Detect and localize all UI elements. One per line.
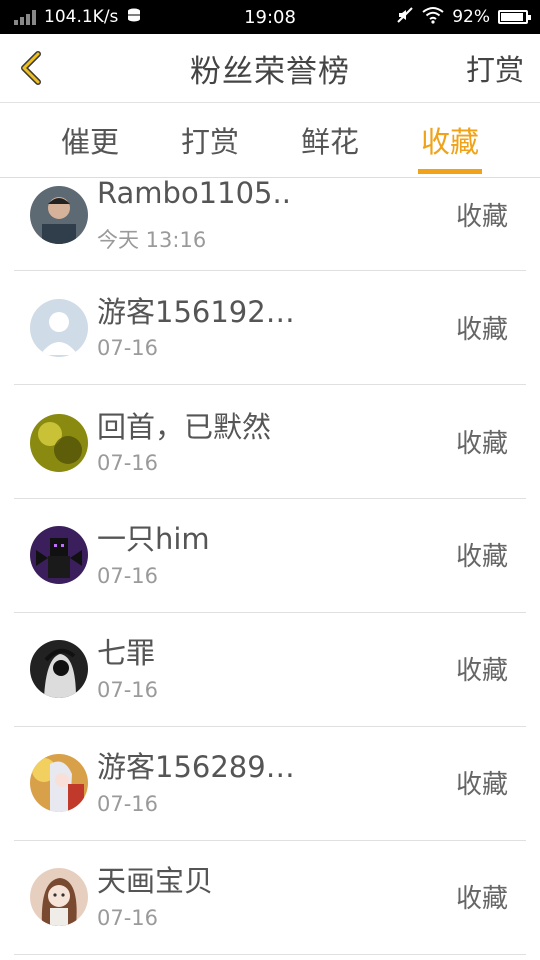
avatar	[30, 414, 88, 472]
battery-percent: 92%	[452, 7, 490, 27]
tab-bar: 催更 打赏 鲜花 收藏	[0, 103, 540, 178]
favorite-label: 收藏	[455, 770, 508, 800]
reward-button[interactable]: 打赏	[466, 34, 524, 102]
user-name: 游客156289…	[97, 750, 295, 784]
user-name: 天画宝贝	[97, 864, 214, 898]
favorite-label: 收藏	[455, 884, 508, 914]
user-name: 七罪	[97, 636, 156, 670]
timestamp: 07-16	[97, 564, 159, 588]
page-title: 粉丝荣誉榜	[190, 53, 350, 90]
user-name: 游客156192…	[97, 295, 295, 329]
list-item[interactable]: 游客156289… 07-16 收藏	[14, 728, 526, 841]
list-item[interactable]: 七罪 07-16 收藏	[14, 614, 526, 727]
timestamp: 07-16	[97, 336, 159, 360]
list-item[interactable]: Rambo1105.. 今天 13:16 收藏	[14, 178, 526, 271]
status-right: 92%	[396, 0, 531, 34]
wifi-icon	[422, 6, 444, 29]
header: 粉丝荣誉榜 打赏	[0, 34, 540, 103]
list-item[interactable]: 天画宝贝 07-16 收藏	[14, 842, 526, 955]
favorite-label: 收藏	[455, 656, 508, 686]
avatar	[30, 186, 88, 244]
list-item[interactable]: 游客156192… 07-16 收藏	[14, 272, 526, 385]
list-item[interactable]: 回首，已默然 07-16 收藏	[14, 386, 526, 499]
battery-icon	[498, 10, 531, 24]
timestamp: 07-16	[97, 678, 159, 702]
status-bar: 104.1K/s 19:08 92%	[0, 0, 540, 34]
list-item[interactable]: 一只him 07-16 收藏	[14, 500, 526, 613]
favorite-label: 收藏	[455, 315, 508, 345]
timestamp: 今天 13:16	[97, 228, 207, 252]
avatar	[30, 754, 88, 812]
timestamp: 07-16	[97, 451, 159, 475]
tab-reward[interactable]: 打赏	[160, 103, 260, 177]
user-name: Rambo1105..	[97, 178, 291, 210]
mute-icon	[396, 6, 414, 29]
avatar	[30, 299, 88, 357]
favorite-label: 收藏	[455, 542, 508, 572]
tab-flowers[interactable]: 鲜花	[280, 103, 380, 177]
tab-urge[interactable]: 催更	[40, 103, 140, 177]
fan-list: Rambo1105.. 今天 13:16 收藏 游客156192… 07-16 …	[0, 178, 540, 960]
avatar	[30, 868, 88, 926]
user-name: 一只him	[97, 522, 210, 556]
user-name: 回首，已默然	[97, 410, 272, 444]
favorite-label: 收藏	[455, 429, 508, 459]
timestamp: 07-16	[97, 792, 159, 816]
favorite-label: 收藏	[455, 202, 508, 232]
avatar	[30, 526, 88, 584]
tab-favorites[interactable]: 收藏	[400, 103, 500, 177]
timestamp: 07-16	[97, 906, 159, 930]
avatar	[30, 640, 88, 698]
